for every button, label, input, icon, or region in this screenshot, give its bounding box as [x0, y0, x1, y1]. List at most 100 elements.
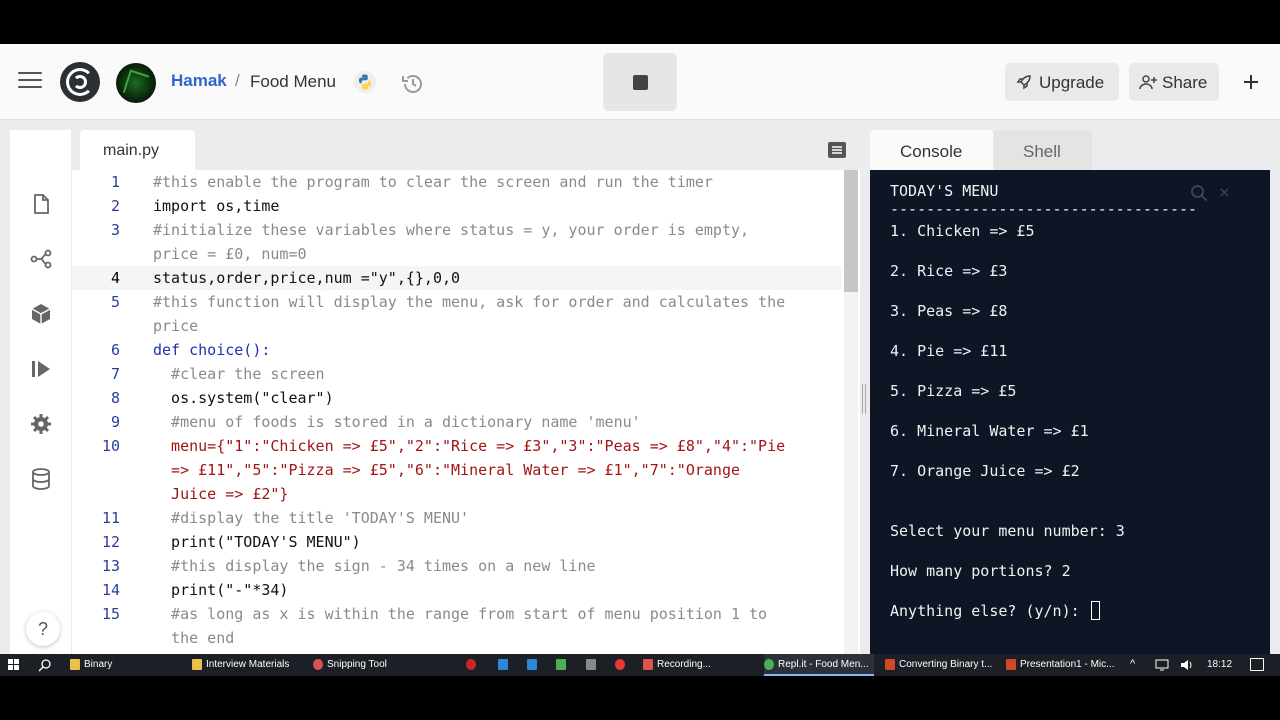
chrome-icon	[764, 659, 774, 670]
app-icon	[586, 659, 596, 670]
windows-start-icon[interactable]	[8, 659, 20, 671]
database-icon[interactable]	[29, 467, 53, 491]
share-label: Share	[1162, 73, 1208, 92]
taskbar-item-presentation1[interactable]: Presentation1 - Mic...	[1006, 654, 1118, 676]
plus-icon[interactable]	[1240, 71, 1262, 93]
taskbar-item-interview-materials[interactable]: Interview Materials	[192, 654, 302, 676]
upgrade-button[interactable]: Upgrade	[1005, 63, 1119, 101]
taskbar-app-icon[interactable]	[586, 654, 600, 676]
taskbar-app-icon[interactable]	[615, 654, 629, 676]
stop-button[interactable]	[603, 53, 677, 111]
code-text: price	[153, 317, 199, 335]
editor-scrollbar-thumb[interactable]	[844, 170, 858, 292]
letterbox-top	[0, 0, 1280, 44]
line-number: 7	[110, 365, 120, 383]
code-line[interactable]: 8 os.system("clear")	[72, 386, 842, 410]
console-line: 3. Peas => £8	[890, 302, 1008, 320]
code-line[interactable]: 1 #this enable the program to clear the s…	[72, 170, 842, 194]
line-number: 9	[110, 413, 120, 431]
code-line[interactable]: 10 menu={"1":"Chicken => £5","2":"Rice =…	[72, 434, 842, 458]
code-text: import os,time	[153, 197, 280, 215]
code-line-active[interactable]: 4 status,order,price,num ="y",{},0,0	[72, 266, 842, 290]
line-number: 12	[101, 533, 120, 551]
hamburger-menu-icon[interactable]	[18, 72, 42, 92]
taskbar-item-label: Repl.it - Food Men...	[778, 659, 869, 670]
code-text: os.system("clear")	[153, 389, 334, 407]
header: Hamak / Food Menu Upgrade Share	[0, 44, 1280, 120]
taskbar-search-icon[interactable]	[38, 658, 52, 672]
code-line[interactable]: the end	[72, 626, 842, 650]
taskbar-app-icon[interactable]	[466, 654, 480, 676]
clear-console-icon[interactable]: ×	[1219, 184, 1233, 202]
share-button[interactable]: Share	[1129, 63, 1219, 101]
taskbar-item-binary[interactable]: Binary	[70, 654, 180, 676]
code-line[interactable]: 7 #clear the screen	[72, 362, 842, 386]
tab-shell[interactable]: Shell	[994, 130, 1092, 170]
tab-console[interactable]: Console	[870, 130, 993, 170]
code-text: price = £0, num=0	[153, 245, 307, 263]
files-icon[interactable]	[29, 192, 53, 216]
tray-chevron-icon[interactable]: ^	[1130, 658, 1135, 670]
user-avatar[interactable]	[116, 63, 156, 103]
output-pane: Console Shell × TODAY'S MENU -----------…	[870, 130, 1270, 654]
code-editor[interactable]: 1 #this enable the program to clear the s…	[72, 170, 860, 654]
code-text: the end	[153, 629, 235, 647]
console-line: 7. Orange Juice => £2	[890, 462, 1080, 480]
code-line[interactable]: 9 #menu of foods is stored in a dictiona…	[72, 410, 842, 434]
taskbar-clock[interactable]: 18:12	[1207, 659, 1232, 670]
console-line: How many portions? 2	[890, 562, 1071, 580]
history-icon[interactable]	[399, 70, 427, 98]
console-line: 4. Pie => £11	[890, 342, 1008, 360]
console-output[interactable]: × TODAY'S MENU -------------------------…	[870, 170, 1270, 654]
line-number: 10	[101, 437, 120, 455]
taskbar-app-icon[interactable]	[556, 654, 570, 676]
console-line: 1. Chicken => £5	[890, 222, 1035, 240]
code-line[interactable]: 2 import os,time	[72, 194, 842, 218]
code-line[interactable]: 6 def choice():	[72, 338, 842, 362]
settings-icon[interactable]	[29, 412, 53, 436]
volume-icon[interactable]	[1180, 659, 1194, 671]
editor-menu-icon[interactable]	[828, 142, 846, 158]
console-line: 2. Rice => £3	[890, 262, 1008, 280]
code-text: #this display the sign - 34 times on a n…	[153, 557, 596, 575]
code-line[interactable]: 5 #this function will display the menu, a…	[72, 290, 842, 314]
code-line[interactable]: price	[72, 314, 842, 338]
debugger-icon[interactable]	[29, 357, 53, 381]
code-line[interactable]: 12 print("TODAY'S MENU")	[72, 530, 842, 554]
editor-tabbar: main.py	[72, 130, 860, 170]
code-line[interactable]: Juice => £2"}	[72, 482, 842, 506]
network-icon[interactable]	[1155, 659, 1169, 671]
notifications-icon[interactable]	[1250, 658, 1264, 671]
code-text: #clear the screen	[153, 365, 325, 383]
username-link[interactable]: Hamak	[171, 71, 227, 91]
taskbar-app-icon[interactable]	[498, 654, 512, 676]
code-line[interactable]: 3 #initialize these variables where statu…	[72, 218, 842, 242]
sidebar: ?	[10, 130, 72, 654]
code-line[interactable]: price = £0, num=0	[72, 242, 842, 266]
taskbar-app-icon[interactable]	[527, 654, 541, 676]
version-control-icon[interactable]	[29, 247, 53, 271]
repl-name[interactable]: Food Menu	[250, 72, 336, 92]
folder-icon	[70, 659, 80, 670]
app-icon	[556, 659, 566, 670]
replit-logo-icon[interactable]	[60, 62, 100, 102]
console-prompt-line[interactable]: Anything else? (y/n):	[890, 601, 1100, 621]
editor-pane: main.py 1 #this enable the program to cle…	[72, 130, 860, 654]
help-button[interactable]: ?	[26, 612, 60, 646]
taskbar-item-label: Interview Materials	[206, 659, 290, 670]
powerpoint-icon	[1006, 659, 1016, 670]
packages-icon[interactable]	[29, 302, 53, 326]
code-text: => £11","5":"Pizza => £5","6":"Mineral W…	[153, 461, 740, 479]
code-line[interactable]: 14 print("-"*34)	[72, 578, 842, 602]
taskbar-item-converting-binary[interactable]: Converting Binary t...	[885, 654, 995, 676]
taskbar-item-recording[interactable]: Recording...	[643, 654, 755, 676]
pane-splitter-handle[interactable]	[862, 384, 866, 414]
code-line[interactable]: 11 #display the title 'TODAY'S MENU'	[72, 506, 842, 530]
taskbar-item-snipping-tool[interactable]: Snipping Tool	[313, 654, 413, 676]
taskbar-item-replit[interactable]: Repl.it - Food Men...	[764, 654, 874, 676]
letterbox-bottom	[0, 676, 1280, 720]
code-line[interactable]: 15 #as long as x is within the range fro…	[72, 602, 842, 626]
code-line[interactable]: => £11","5":"Pizza => £5","6":"Mineral W…	[72, 458, 842, 482]
code-line[interactable]: 13 #this display the sign - 34 times on …	[72, 554, 842, 578]
file-tab-main-py[interactable]: main.py	[80, 130, 195, 170]
